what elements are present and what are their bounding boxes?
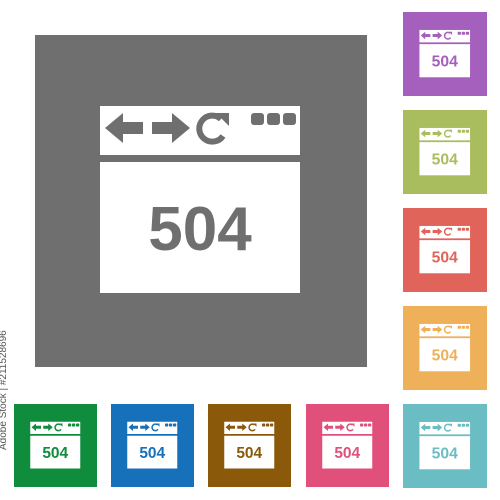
window-dots-icon <box>457 423 470 427</box>
browser-504-icon-tile-orange: 504 <box>403 306 487 390</box>
window-dots-icon <box>165 423 177 427</box>
browser-504-icon-tile-gray: 504 <box>35 35 367 367</box>
error-code-text: 504 <box>432 347 458 364</box>
browser-504-icon-tile-green: 504 <box>14 404 97 487</box>
window-dots-icon <box>457 129 470 133</box>
error-code-text: 504 <box>334 445 360 462</box>
window-dots-icon <box>251 113 296 125</box>
window-dots-icon <box>457 227 470 231</box>
error-code-text: 504 <box>432 53 458 70</box>
window-dots-icon <box>68 423 80 427</box>
window-dots-icon <box>360 423 372 427</box>
error-code-text: 504 <box>139 445 165 462</box>
browser-504-icon-tile-teal-bottom: 504 <box>403 404 487 488</box>
watermark-text: Adobe Stock | #211528696 <box>0 330 9 450</box>
browser-504-icon-tile-red: 504 <box>403 208 487 292</box>
error-code-text: 504 <box>42 445 68 462</box>
browser-504-icon-tile-olive: 504 <box>403 110 487 194</box>
browser-504-icon-tile-purple: 504 <box>403 12 487 96</box>
browser-504-icon-tile-blue: 504 <box>111 404 194 487</box>
browser-504-icon-tile-pink: 504 <box>306 404 389 487</box>
window-dots-icon <box>457 31 470 35</box>
window-dots-icon <box>457 325 470 329</box>
error-code-text: 504 <box>432 249 458 266</box>
error-code-text: 504 <box>148 195 252 264</box>
error-code-text: 504 <box>432 445 458 462</box>
error-code-text: 504 <box>236 445 262 462</box>
window-dots-icon <box>262 423 274 427</box>
error-code-text: 504 <box>432 151 458 168</box>
browser-504-icon-tile-brown: 504 <box>208 404 291 487</box>
